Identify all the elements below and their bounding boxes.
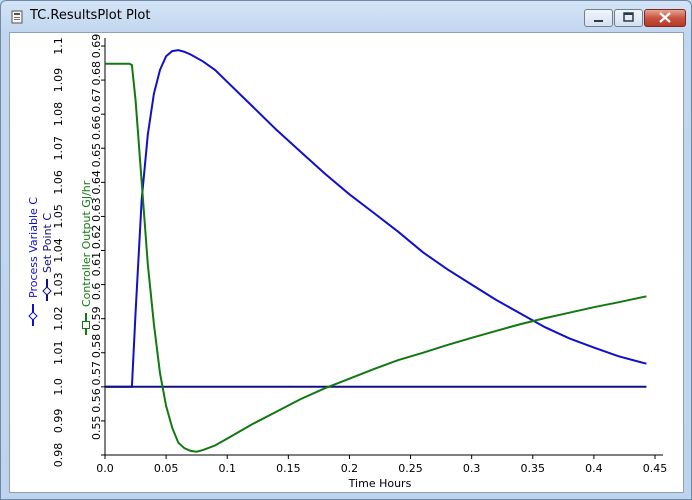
- right-tick-label: 0.56: [90, 388, 103, 413]
- left-tick-label: 1.07: [52, 136, 65, 161]
- left-tick-label: 1.06: [52, 170, 65, 195]
- legend-process-variable-label: Process Variable C: [27, 197, 40, 298]
- right-tick-label: 0.63: [90, 197, 103, 222]
- close-button[interactable]: [644, 9, 686, 27]
- axes: [101, 38, 663, 459]
- left-tick-label: 1.0: [52, 378, 65, 396]
- x-tick-label: 0.3: [463, 462, 481, 475]
- right-tick-label: 0.66: [90, 116, 103, 141]
- plot-area: Process Variable C Set Point C Controller…: [9, 32, 684, 493]
- x-tick-label: 0.35: [521, 462, 546, 475]
- right-tick-label: 0.67: [90, 88, 103, 113]
- maximize-icon: [623, 12, 634, 22]
- plot-window: TC.ResultsPlot Plot Process Variable C Se…: [0, 0, 692, 500]
- legend-controller-output-marker: [82, 321, 90, 329]
- right-tick-label: 0.57: [90, 361, 103, 386]
- left-tick-label: 1.09: [52, 68, 65, 93]
- left-tick-label: 1.05: [52, 204, 65, 229]
- x-tick-label: 0.15: [276, 462, 301, 475]
- right-tick-label: 0.6: [90, 283, 103, 301]
- left-tick-label: 1.1: [52, 37, 65, 55]
- minimize-icon: [594, 20, 603, 22]
- window-title: TC.ResultsPlot Plot: [30, 8, 151, 23]
- legend-process-variable-marker: [28, 311, 38, 321]
- left-tick-label: 1.04: [52, 238, 65, 263]
- x-tick-label: 0.25: [398, 462, 423, 475]
- maximize-button[interactable]: [614, 9, 643, 27]
- x-tick-label: 0.4: [585, 462, 603, 475]
- right-tick-labels: 0.55 0.56 0.57 0.58 0.59 0.6 0.61 0.62 0.63 0.64 0…: [90, 34, 103, 440]
- chart: Process Variable C Set Point C Controller…: [27, 34, 667, 490]
- right-tick-label: 0.62: [90, 225, 103, 250]
- x-tick-label: 0.1: [218, 462, 236, 475]
- legend-left: Process Variable C Set Point C: [27, 197, 54, 326]
- x-tick-labels: 0.0 0.05 0.1 0.15 0.2 0.25 0.3 0.35 0.4 0.45: [96, 462, 667, 475]
- left-tick-label: 1.03: [52, 272, 65, 297]
- legend-set-point-marker: [42, 286, 52, 296]
- x-axis-label: Time Hours: [348, 477, 412, 490]
- x-tick-label: 0.2: [341, 462, 359, 475]
- right-tick-label: 0.55: [90, 415, 103, 440]
- title-bar[interactable]: TC.ResultsPlot Plot: [1, 1, 691, 33]
- right-tick-label: 0.68: [90, 61, 103, 85]
- right-tick-label: 0.64: [90, 170, 103, 195]
- left-tick-label: 0.99: [52, 409, 65, 434]
- minimize-button[interactable]: [584, 9, 613, 27]
- close-icon: [659, 12, 671, 23]
- right-tick-label: 0.61: [90, 252, 103, 277]
- x-tick-label: 0.45: [643, 462, 668, 475]
- left-tick-label: 1.08: [52, 102, 65, 127]
- x-tick-label: 0.0: [96, 462, 114, 475]
- x-tick-label: 0.05: [154, 462, 179, 475]
- series-process-variable-c: [105, 49, 647, 388]
- left-tick-labels: 0.98 0.99 1.0 1.01 1.02 1.03 1.04 1.05 1.06 1.07 1…: [52, 37, 65, 467]
- right-tick-label: 0.59: [90, 306, 103, 331]
- left-tick-label: 1.02: [52, 306, 65, 331]
- right-tick-label: 0.58: [90, 334, 103, 359]
- series-controller-output-gj-hr: [105, 62, 647, 453]
- right-tick-label: 0.65: [90, 143, 103, 168]
- right-tick-label: 0.69: [90, 34, 103, 59]
- left-tick-label: 0.98: [52, 443, 65, 468]
- app-icon: [11, 10, 23, 24]
- left-tick-label: 1.01: [52, 341, 65, 366]
- series-group: [105, 49, 647, 453]
